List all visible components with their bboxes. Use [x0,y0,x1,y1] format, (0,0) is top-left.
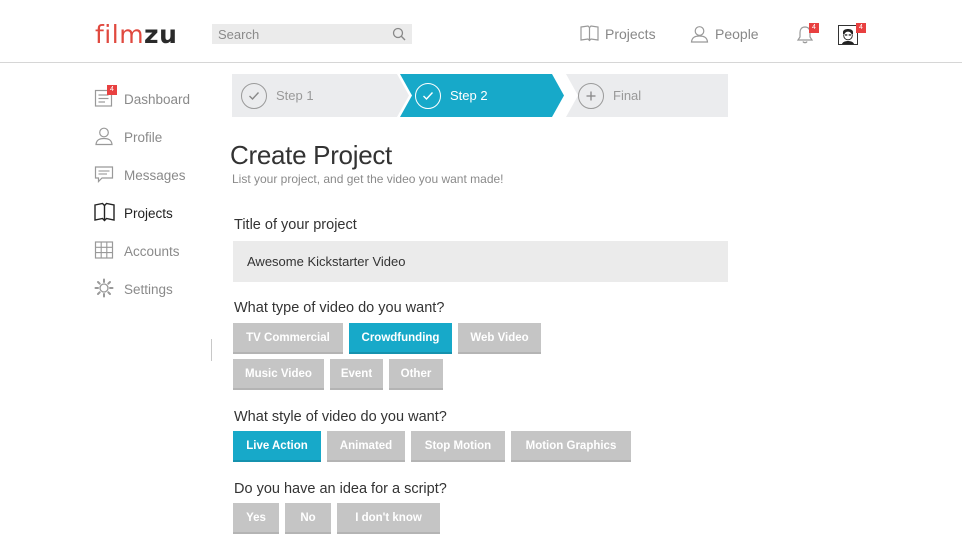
video-type-crowdfunding-button[interactable]: Crowdfunding [349,323,452,354]
video-style-stop-motion-button[interactable]: Stop Motion [411,431,505,462]
grid-icon [94,240,116,262]
step-label: Final [613,88,642,103]
top-bar: filmzu Projects People 4 [0,0,962,63]
check-icon [415,82,441,109]
video-style-motion-graphics-button[interactable]: Motion Graphics [511,431,631,462]
search-input[interactable] [212,24,382,44]
sidebar-item-accounts[interactable]: Accounts [94,232,214,270]
sidebar-item-label: Messages [124,167,186,183]
video-style-live-action-button[interactable]: Live Action [233,431,321,462]
notifications-badge: 4 [809,23,819,33]
script-no-button[interactable]: No [285,503,331,534]
sidebar-item-label: Projects [124,205,173,221]
video-style-animated-button[interactable]: Animated [327,431,405,462]
avatar-badge: 4 [856,23,866,33]
search-icon[interactable] [392,27,406,41]
nav-projects-label: Projects [605,25,656,42]
logo-part-film: film [95,20,145,49]
sidebar-item-label: Profile [124,129,163,145]
logo-part-zu: zu [144,20,178,49]
dashboard-icon: 4 [94,85,117,110]
user-avatar[interactable]: 4 [838,23,866,45]
project-title-label: Title of your project [234,217,357,233]
nav-projects-link[interactable]: Projects [580,25,656,42]
user-icon [94,126,116,148]
script-dont-know-button[interactable]: I don't know [337,503,440,534]
page-title: Create Project [230,140,392,170]
page-subtitle: List your project, and get the video you… [232,172,504,186]
sidebar-item-label: Settings [124,281,173,297]
video-type-event-button[interactable]: Event [330,359,383,390]
step-2[interactable]: Step 2 [415,74,488,117]
step-1[interactable]: Step 1 [241,74,314,117]
sidebar-item-settings[interactable]: Settings [94,270,214,308]
video-type-label: What type of video do you want? [234,300,445,316]
video-type-web-video-button[interactable]: Web Video [458,323,541,354]
sidebar-item-dashboard[interactable]: 4 Dashboard [94,80,214,118]
video-style-label: What style of video do you want? [234,409,447,425]
video-type-music-video-button[interactable]: Music Video [233,359,324,390]
step-label: Step 2 [450,88,488,103]
book-icon [580,25,599,42]
sidebar-item-profile[interactable]: Profile [94,118,214,156]
script-label: Do you have an idea for a script? [234,481,447,497]
sidebar-item-label: Accounts [124,243,180,259]
nav-people-label: People [715,26,759,42]
script-yes-button[interactable]: Yes [233,503,279,534]
user-icon [690,26,709,43]
project-title-field[interactable] [233,241,728,282]
video-type-tv-commercial-button[interactable]: TV Commercial [233,323,343,354]
plus-icon [578,82,604,109]
nav-people-link[interactable]: People [690,25,759,43]
message-icon [94,164,116,186]
avatar-face-icon [842,29,854,44]
sidebar-item-projects[interactable]: Projects [94,194,214,232]
check-icon [241,82,267,109]
video-type-other-button[interactable]: Other [389,359,443,390]
step-label: Step 1 [276,88,314,103]
filmzu-logo[interactable]: filmzu [95,20,177,49]
dashboard-badge: 4 [107,85,117,95]
step-progress: Step 1 Step 2 Final [232,74,728,117]
book-icon [94,202,116,224]
sidebar-item-label: Dashboard [124,91,191,107]
sidebar: 4 Dashboard Profile Messages Projects Ac… [94,80,214,308]
gear-icon [94,278,116,300]
create-project-header: Create Project List your project, and ge… [230,140,750,186]
sidebar-item-messages[interactable]: Messages [94,156,214,194]
notifications-button[interactable]: 4 [796,23,819,45]
search-box [212,24,412,44]
sidebar-divider [211,339,212,361]
step-final[interactable]: Final [578,74,641,117]
